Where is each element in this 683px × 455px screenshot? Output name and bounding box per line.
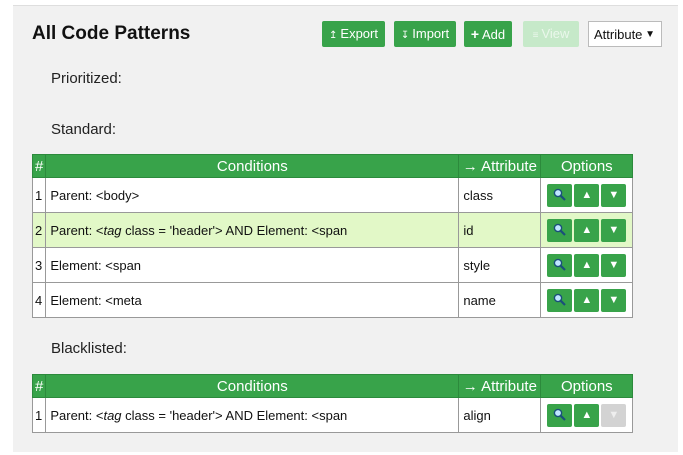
table-row: 3 Element: <span style ▲ ▼ <box>31 247 634 283</box>
move-up-button[interactable]: ▲ <box>574 218 600 242</box>
row-options: ▲ ▼ <box>540 282 634 318</box>
mode-select[interactable]: Attribute ▼ <box>588 21 662 47</box>
row-options: ▲ ▼ <box>540 177 634 213</box>
row-number: 1 <box>31 177 47 213</box>
move-down-button[interactable]: ▼ <box>601 288 627 312</box>
table-row: 1 Parent: <body> class ▲ ▼ <box>31 177 634 213</box>
row-number: 2 <box>31 212 47 248</box>
row-conditions: Element: <span <box>45 247 460 283</box>
table-row: 1 Parent: <tag class = 'header'> AND Ele… <box>31 397 634 433</box>
condition-tag: tag <box>103 222 122 238</box>
arrow-down-icon: ▼ <box>608 408 620 421</box>
move-up-button[interactable]: ▲ <box>574 288 600 312</box>
search-icon <box>554 188 567 201</box>
row-attribute: class <box>458 177 542 213</box>
arrow-up-icon: ▲ <box>581 188 593 201</box>
arrow-down-icon: ▼ <box>608 223 620 236</box>
plus-icon: + <box>470 26 480 42</box>
search-button[interactable] <box>547 218 573 242</box>
arrow-up-icon: ▲ <box>581 223 593 236</box>
page-title: All Code Patterns <box>32 23 191 44</box>
export-label: Export <box>340 26 378 41</box>
row-conditions: Parent: <body> <box>45 177 460 213</box>
view-icon: ≡ <box>532 30 539 41</box>
row-options: ▲ ▼ <box>540 247 634 283</box>
col-conditions: Conditions <box>45 374 460 398</box>
move-down-button[interactable]: ▼ <box>601 218 627 242</box>
search-button[interactable] <box>547 403 573 427</box>
section-standard: Standard: <box>51 121 117 138</box>
add-label: Add <box>482 27 506 42</box>
col-number: # <box>31 154 47 178</box>
row-number: 1 <box>31 397 47 433</box>
condition-text-rest: class = 'header'> AND Element: <span <box>121 407 348 423</box>
condition-tag: tag <box>103 407 122 423</box>
import-icon: ↧ <box>400 30 410 41</box>
condition-text-rest: class = 'header'> AND Element: <span <box>121 222 348 238</box>
col-attribute: → Attribute <box>458 154 542 178</box>
search-button[interactable] <box>547 253 573 277</box>
col-options: Options <box>540 154 634 178</box>
section-blacklisted: Blacklisted: <box>51 340 127 357</box>
import-button[interactable]: ↧ Import <box>394 21 456 47</box>
condition-text: Parent: < <box>50 222 104 238</box>
row-attribute: name <box>458 282 542 318</box>
standard-table: # Conditions → Attribute Options 1 Paren… <box>31 154 634 318</box>
table-row: 2 Parent: <tag class = 'header'> AND Ele… <box>31 212 634 248</box>
condition-text: Parent: < <box>50 407 104 423</box>
search-icon <box>554 408 567 421</box>
row-attribute: id <box>458 212 542 248</box>
move-up-button[interactable]: ▲ <box>574 183 600 207</box>
col-conditions: Conditions <box>45 154 460 178</box>
arrow-up-icon: ▲ <box>581 258 593 271</box>
search-button[interactable] <box>547 183 573 207</box>
chevron-down-icon: ▼ <box>645 29 655 40</box>
arrow-up-icon: ▲ <box>581 408 593 421</box>
col-attribute: → Attribute <box>458 374 542 398</box>
col-options: Options <box>540 374 634 398</box>
condition-text: Parent: <body> <box>50 187 140 203</box>
row-conditions: Parent: <tag class = 'header'> AND Eleme… <box>45 397 460 433</box>
arrow-down-icon: ▼ <box>608 258 620 271</box>
move-down-button[interactable]: ▼ <box>601 253 627 277</box>
import-label: Import <box>412 26 450 41</box>
code-patterns-panel: All Code Patterns ↥ Export ↧ Import + Add ≡… <box>13 5 678 452</box>
condition-text: Element: <meta <box>50 292 142 308</box>
search-icon <box>554 258 567 271</box>
condition-text: Element: <span <box>50 257 142 273</box>
row-options: ▲ ▼ <box>540 212 634 248</box>
move-down-button[interactable]: ▼ <box>601 183 627 207</box>
mode-select-value: Attribute <box>594 27 643 42</box>
section-prioritized: Prioritized: <box>51 70 122 87</box>
arrow-down-icon: ▼ <box>608 188 620 201</box>
search-button[interactable] <box>547 288 573 312</box>
export-button[interactable]: ↥ Export <box>322 21 385 47</box>
search-icon <box>554 293 567 306</box>
arrow-up-icon: ▲ <box>581 293 593 306</box>
arrow-down-icon: ▼ <box>608 293 620 306</box>
add-button[interactable]: + Add <box>464 21 512 47</box>
col-number: # <box>31 374 47 398</box>
blacklisted-table: # Conditions → Attribute Options 1 Paren… <box>31 374 634 433</box>
row-conditions: Element: <meta <box>45 282 460 318</box>
row-number: 3 <box>31 247 47 283</box>
search-icon <box>554 223 567 236</box>
view-button[interactable]: ≡ View <box>523 21 579 47</box>
row-number: 4 <box>31 282 47 318</box>
move-up-button[interactable]: ▲ <box>574 403 600 427</box>
move-down-button[interactable]: ▼ <box>601 403 627 427</box>
export-icon: ↥ <box>329 30 338 41</box>
view-label: View <box>541 26 570 41</box>
row-attribute: align <box>458 397 542 433</box>
move-up-button[interactable]: ▲ <box>574 253 600 277</box>
table-row: 4 Element: <meta name ▲ ▼ <box>31 282 634 318</box>
row-conditions: Parent: <tag class = 'header'> AND Eleme… <box>45 212 460 248</box>
row-options: ▲ ▼ <box>540 397 634 433</box>
row-attribute: style <box>458 247 542 283</box>
